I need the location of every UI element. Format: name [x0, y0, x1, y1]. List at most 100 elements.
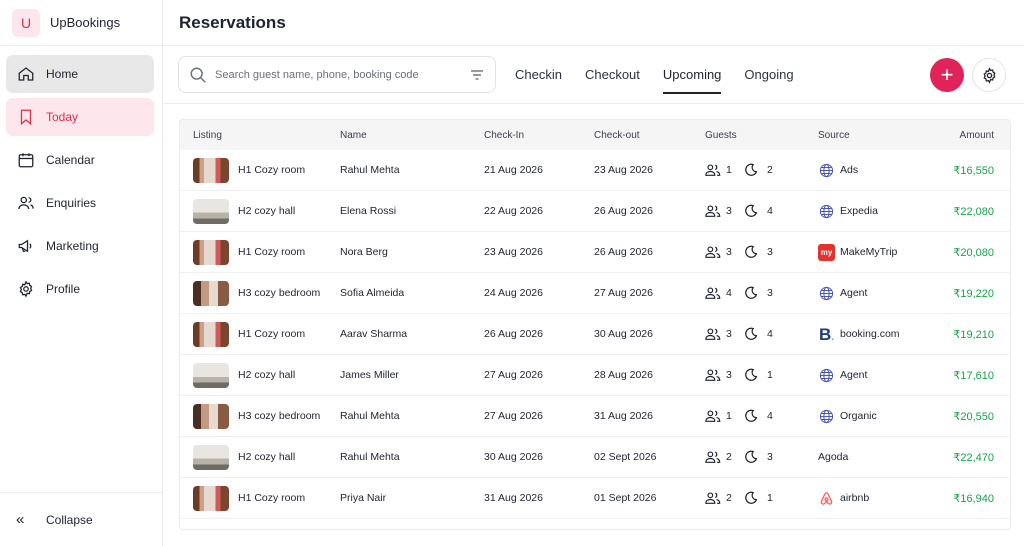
moon-icon: [745, 491, 758, 504]
header-source[interactable]: Source: [818, 130, 928, 141]
header-name[interactable]: Name: [340, 130, 484, 141]
table-row[interactable]: H1 Cozy room Rahul Mehta 21 Aug 2026 23 Aug…: [180, 150, 1010, 191]
check-in-date: 30 Aug 2026: [484, 451, 543, 463]
amount-value: ₹19,210: [953, 328, 994, 341]
source-cell: Agent: [818, 367, 928, 384]
settings-button[interactable]: [972, 58, 1006, 92]
amount-value: ₹16,940: [953, 492, 994, 505]
source-label: Organic: [840, 410, 877, 422]
sidebar-item-home[interactable]: Home: [6, 55, 154, 93]
night-count: 4: [767, 410, 773, 422]
night-count: 3: [767, 246, 773, 258]
guests-cell: 34: [705, 327, 818, 341]
sidebar-item-marketing[interactable]: Marketing: [6, 227, 154, 265]
guests-cell: 43: [705, 286, 818, 300]
guest-name: Nora Berg: [340, 246, 388, 258]
listing-thumbnail: [193, 280, 229, 306]
header-amount[interactable]: Amount: [928, 130, 1010, 141]
amount-value: ₹17,610: [953, 369, 994, 382]
sidebar: U UpBookings Home Today Calendar Enquiries M…: [0, 0, 163, 546]
sidebar-item-calendar[interactable]: Calendar: [6, 141, 154, 179]
guest-name: Elena Rossi: [340, 205, 397, 217]
table-row[interactable]: H3 cozy bedroom Rahul Mehta 27 Aug 2026 31 …: [180, 396, 1010, 437]
table-row[interactable]: H2 cozy hall James Miller 27 Aug 2026 28 Au…: [180, 355, 1010, 396]
amount-value: ₹16,550: [953, 164, 994, 177]
megaphone-icon: [16, 236, 36, 256]
amount-value: ₹19,220: [953, 287, 994, 300]
search-input[interactable]: [215, 68, 469, 81]
source-label: booking.com: [840, 328, 900, 340]
tab-upcoming[interactable]: Upcoming: [662, 46, 721, 104]
tab-checkout[interactable]: Checkout: [585, 46, 640, 104]
collapse-button[interactable]: « Collapse: [0, 492, 162, 546]
sidebar-nav: Home Today Calendar Enquiries Marketing Profi…: [0, 46, 162, 308]
moon-icon: [745, 368, 758, 381]
table-row[interactable]: H1 Cozy room Priya Nair 31 Aug 2026 01 Sept…: [180, 478, 1010, 519]
sidebar-item-enquiries[interactable]: Enquiries: [6, 184, 154, 222]
header-listing[interactable]: Listing: [180, 130, 340, 141]
guests-icon: [705, 451, 721, 463]
calendar-icon: [16, 150, 36, 170]
brand-logo: U: [12, 8, 40, 37]
table-row[interactable]: H2 cozy hall Rahul Mehta 30 Aug 2026 02 Sep…: [180, 437, 1010, 478]
check-out-date: 28 Aug 2026: [594, 369, 653, 381]
airbnb-icon: [818, 490, 835, 507]
globe-icon: [818, 408, 835, 425]
listing-cell: H2 cozy hall: [180, 198, 340, 224]
tab-ongoing[interactable]: Ongoing: [744, 46, 793, 104]
sidebar-item-profile[interactable]: Profile: [6, 270, 154, 308]
guest-count: 2: [726, 492, 732, 504]
night-count: 4: [767, 328, 773, 340]
listing-thumbnail: [193, 403, 229, 429]
header-guests[interactable]: Guests: [705, 130, 818, 141]
listing-cell: H2 cozy hall: [180, 444, 340, 470]
main-content: Reservations Checkin Checkout Upcoming Ongo…: [163, 0, 1024, 546]
listing-name: H3 cozy bedroom: [238, 287, 321, 299]
header-check-out[interactable]: Check-out: [594, 130, 705, 141]
guests-icon: [705, 492, 721, 504]
filter-icon[interactable]: [469, 67, 485, 83]
check-in-date: 27 Aug 2026: [484, 369, 543, 381]
amount-value: ₹22,470: [953, 451, 994, 464]
listing-thumbnail: [193, 444, 229, 470]
makemytrip-icon: my: [818, 243, 835, 261]
sidebar-item-label: Calendar: [46, 153, 95, 167]
brand[interactable]: U UpBookings: [0, 0, 162, 46]
guests-icon: [705, 246, 721, 258]
tab-checkin[interactable]: Checkin: [515, 46, 562, 104]
search-box[interactable]: [178, 56, 496, 93]
table-row[interactable]: H1 Cozy room Aarav Sharma 26 Aug 2026 30 Au…: [180, 314, 1010, 355]
guests-icon: [705, 369, 721, 381]
check-out-date: 26 Aug 2026: [594, 246, 653, 258]
listing-cell: H1 Cozy room: [180, 239, 340, 265]
listing-cell: H1 Cozy room: [180, 157, 340, 183]
listing-cell: H2 cozy hall: [180, 362, 340, 388]
guests-cell: 34: [705, 204, 818, 218]
guests-icon: [705, 410, 721, 422]
table-header: Listing Name Check-In Check-out Guests S…: [180, 120, 1010, 150]
table-body: H1 Cozy room Rahul Mehta 21 Aug 2026 23 Aug…: [180, 150, 1010, 519]
moon-icon: [745, 204, 758, 217]
table-row[interactable]: H3 cozy bedroom Sofia Almeida 24 Aug 2026 2…: [180, 273, 1010, 314]
sidebar-item-label: Enquiries: [46, 196, 97, 210]
table-row[interactable]: H1 Cozy room Nora Berg 23 Aug 2026 26 Aug 2…: [180, 232, 1010, 273]
listing-cell: H3 cozy bedroom: [180, 403, 340, 429]
double-chevron-left-icon: «: [16, 511, 25, 528]
source-cell: my MakeMyTrip: [818, 243, 928, 261]
plus-icon: +: [940, 62, 954, 87]
header-check-in[interactable]: Check-In: [484, 130, 594, 141]
table-row[interactable]: H2 cozy hall Elena Rossi 22 Aug 2026 26 Aug…: [180, 191, 1010, 232]
source-cell: Expedia: [818, 203, 928, 220]
check-in-date: 23 Aug 2026: [484, 246, 543, 258]
guests-icon: [705, 328, 721, 340]
add-reservation-button[interactable]: +: [930, 58, 964, 92]
sidebar-item-today[interactable]: Today: [6, 98, 154, 136]
search-icon: [190, 67, 206, 83]
check-in-date: 22 Aug 2026: [484, 205, 543, 217]
moon-icon: [745, 245, 758, 258]
sidebar-item-label: Profile: [46, 282, 81, 296]
users-icon: [16, 193, 36, 213]
guest-name: James Miller: [340, 369, 399, 381]
gear-icon: [982, 66, 996, 84]
guests-icon: [705, 164, 721, 176]
